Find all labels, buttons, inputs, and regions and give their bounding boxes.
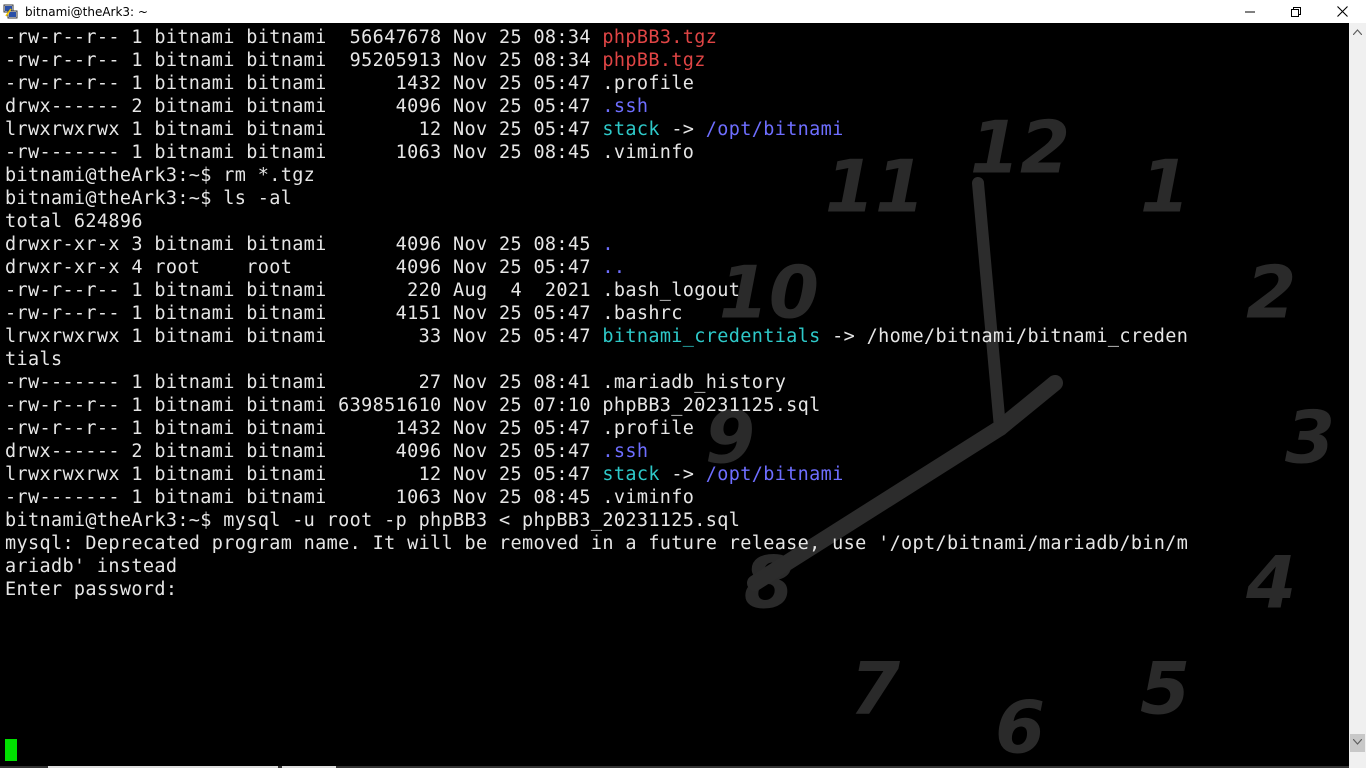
terminal-text-span: stack [602, 119, 660, 140]
terminal-line: -rw-r--r-- 1 bitnami bitnami 1432 Nov 25… [5, 417, 1188, 440]
terminal-text-span: /opt/bitnami [705, 464, 844, 485]
terminal-cursor [5, 739, 17, 761]
terminal-text-span: drwxr-xr-x 3 bitnami bitnami 4096 Nov 25… [5, 234, 603, 255]
close-icon [1336, 6, 1348, 17]
scroll-up-button[interactable] [1349, 23, 1366, 40]
terminal-text-span: -> [659, 119, 706, 140]
terminal-line: drwxr-xr-x 3 bitnami bitnami 4096 Nov 25… [5, 233, 1188, 256]
close-button[interactable] [1319, 0, 1365, 23]
terminal-text-span: drwx------ 2 bitnami bitnami 4096 Nov 25… [5, 96, 603, 117]
minimize-button[interactable] [1227, 0, 1273, 23]
clock-numeral: 2 [1246, 251, 1296, 335]
scroll-down-button[interactable] [1349, 733, 1366, 750]
terminal-text-span: total 624896 [5, 211, 143, 232]
terminal-text-span: drwxr-xr-x 4 root root 4096 Nov 25 05:47 [5, 257, 603, 278]
terminal-line: -rw-r--r-- 1 bitnami bitnami 4151 Nov 25… [5, 302, 1188, 325]
terminal-text-span: lrwxrwxrwx 1 bitnami bitnami 33 Nov 25 0… [5, 326, 603, 347]
terminal-text-span: stack [602, 464, 660, 485]
window-title: bitnami@theArk3: ~ [25, 4, 148, 19]
restore-button[interactable] [1273, 0, 1319, 23]
terminal-area[interactable]: 121234567891011 -rw-r--r-- 1 bitnami bit… [0, 23, 1349, 766]
terminal-text-span: drwx------ 2 bitnami bitnami 4096 Nov 25… [5, 441, 603, 462]
terminal-line: bitnami@theArk3:~$ mysql -u root -p phpB… [5, 509, 1188, 532]
terminal-text-span: bitnami@theArk3:~$ ls -al [5, 188, 293, 209]
terminal-text-span: phpBB3.tgz [602, 27, 718, 48]
clock-numeral: 4 [1245, 541, 1296, 625]
terminal-line: -rw-r--r-- 1 bitnami bitnami 220 Aug 4 2… [5, 279, 1188, 302]
title-bar: bitnami@theArk3: ~ [0, 0, 1366, 23]
terminal-line: bitnami@theArk3:~$ rm *.tgz [5, 164, 1188, 187]
putty-icon[interactable] [3, 4, 19, 20]
terminal-line: Enter password: [5, 578, 1188, 601]
terminal-text-span: . [602, 234, 614, 255]
terminal-text-span: lrwxrwxrwx 1 bitnami bitnami 12 Nov 25 0… [5, 464, 603, 485]
terminal-text-span: -rw------- 1 bitnami bitnami 1063 Nov 25… [5, 142, 695, 163]
terminal-text-span: bitnami@theArk3:~$ mysql -u root -p phpB… [5, 510, 741, 531]
terminal-line: total 624896 [5, 210, 1188, 233]
vertical-scrollbar[interactable] [1349, 23, 1366, 768]
clock-numeral: 6 [995, 686, 1045, 766]
terminal-line: lrwxrwxrwx 1 bitnami bitnami 12 Nov 25 0… [5, 118, 1188, 141]
terminal-text-span: ariadb' instead [5, 556, 178, 577]
terminal-line: mysql: Deprecated program name. It will … [5, 532, 1188, 555]
terminal-text-span: -rw-r--r-- 1 bitnami bitnami 639851610 N… [5, 395, 821, 416]
terminal-line: -rw-r--r-- 1 bitnami bitnami 56647678 No… [5, 26, 1188, 49]
terminal-text-span: -> [659, 464, 706, 485]
terminal-text-span: -rw-r--r-- 1 bitnami bitnami 56647678 No… [5, 27, 603, 48]
terminal-text-span: bitnami_credentials [602, 326, 821, 347]
terminal-line: ariadb' instead [5, 555, 1188, 578]
terminal-line: drwx------ 2 bitnami bitnami 4096 Nov 25… [5, 440, 1188, 463]
terminal-text-span: -rw-r--r-- 1 bitnami bitnami 220 Aug 4 2… [5, 280, 741, 301]
terminal-text-span: -rw------- 1 bitnami bitnami 27 Nov 25 0… [5, 372, 787, 393]
terminal-text-span: .. [602, 257, 626, 278]
terminal-line: drwx------ 2 bitnami bitnami 4096 Nov 25… [5, 95, 1188, 118]
terminal-text-span: .ssh [602, 96, 649, 117]
clock-numeral: 3 [1285, 396, 1335, 480]
terminal-line: -rw-r--r-- 1 bitnami bitnami 1432 Nov 25… [5, 72, 1188, 95]
terminal-text-span: -rw-r--r-- 1 bitnami bitnami 4151 Nov 25… [5, 303, 683, 324]
restore-icon [1291, 6, 1301, 17]
terminal-text-span: mysql: Deprecated program name. It will … [5, 533, 1189, 554]
terminal-line: -rw------- 1 bitnami bitnami 1063 Nov 25… [5, 486, 1188, 509]
terminal-line: -rw------- 1 bitnami bitnami 1063 Nov 25… [5, 141, 1188, 164]
scroll-up-arrow-icon [1353, 28, 1362, 35]
terminal-line: drwxr-xr-x 4 root root 4096 Nov 25 05:47… [5, 256, 1188, 279]
terminal-text-span: lrwxrwxrwx 1 bitnami bitnami 12 Nov 25 0… [5, 119, 603, 140]
terminal-text-span: -rw-r--r-- 1 bitnami bitnami 95205913 No… [5, 50, 603, 71]
clock-numeral: 5 [1140, 647, 1190, 731]
terminal-line: lrwxrwxrwx 1 bitnami bitnami 12 Nov 25 0… [5, 463, 1188, 486]
terminal-text-span: phpBB.tgz [602, 50, 706, 71]
clock-numeral: 7 [850, 647, 900, 731]
terminal-line: lrwxrwxrwx 1 bitnami bitnami 33 Nov 25 0… [5, 325, 1188, 348]
terminal-text-span: -rw-r--r-- 1 bitnami bitnami 1432 Nov 25… [5, 73, 695, 94]
scroll-down-arrow-icon [1353, 738, 1362, 745]
terminal-line: -rw------- 1 bitnami bitnami 27 Nov 25 0… [5, 371, 1188, 394]
terminal-output: -rw-r--r-- 1 bitnami bitnami 56647678 No… [5, 26, 1188, 601]
terminal-text-span: .ssh [602, 441, 649, 462]
terminal-text-span: -> /home/bitnami/bitnami_creden [820, 326, 1189, 347]
terminal-line: -rw-r--r-- 1 bitnami bitnami 639851610 N… [5, 394, 1188, 417]
terminal-text-span: /opt/bitnami [705, 119, 844, 140]
terminal-line: -rw-r--r-- 1 bitnami bitnami 95205913 No… [5, 49, 1188, 72]
minimize-icon [1245, 11, 1255, 12]
terminal-line: tials [5, 348, 1188, 371]
terminal-text-span: tials [5, 349, 63, 370]
terminal-line: bitnami@theArk3:~$ ls -al [5, 187, 1188, 210]
terminal-text-span: bitnami@theArk3:~$ rm *.tgz [5, 165, 316, 186]
terminal-text-span: -rw-r--r-- 1 bitnami bitnami 1432 Nov 25… [5, 418, 695, 439]
terminal-text-span: -rw------- 1 bitnami bitnami 1063 Nov 25… [5, 487, 695, 508]
terminal-text-span: Enter password: [5, 579, 189, 600]
